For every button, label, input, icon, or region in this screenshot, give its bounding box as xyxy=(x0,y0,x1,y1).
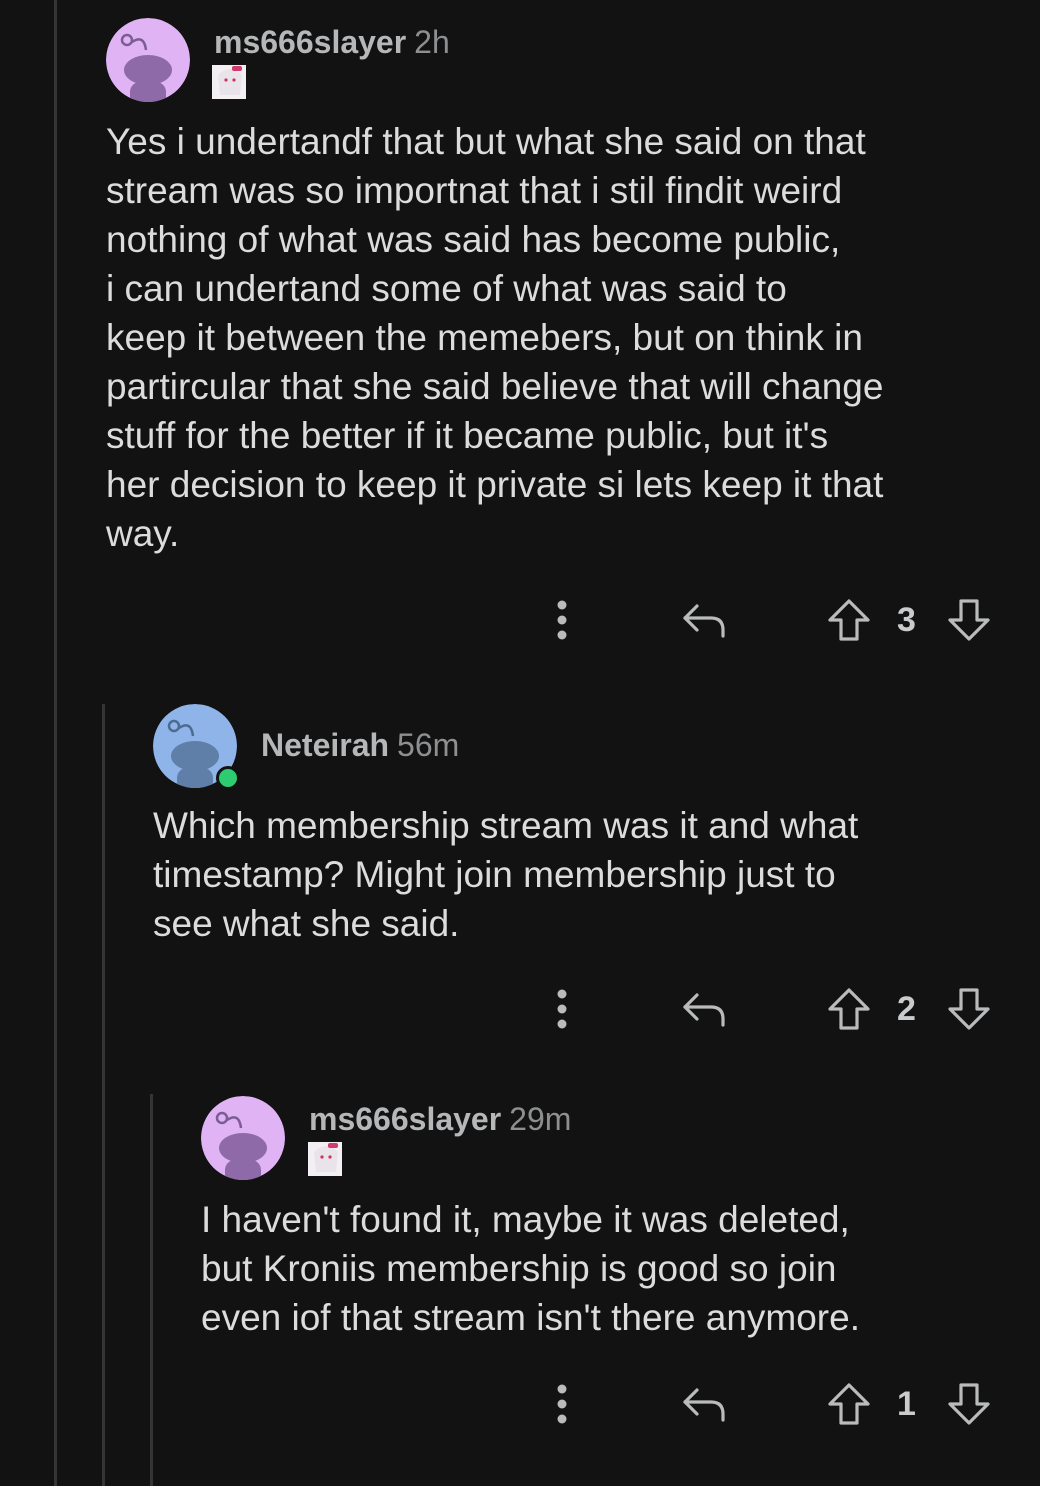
upvote-button[interactable] xyxy=(824,1380,874,1428)
comment-body: I haven't found it, maybe it was deleted… xyxy=(201,1199,860,1338)
comment-3: ms666slayer 29m I haven't found it, maybe… xyxy=(0,0,1040,1486)
anime-flair-icon xyxy=(308,1142,342,1176)
more-vertical-icon xyxy=(557,1384,567,1424)
downvote-arrow-icon xyxy=(948,1383,990,1425)
upvote-arrow-icon xyxy=(828,1383,870,1425)
snoo-avatar-icon xyxy=(201,1096,285,1180)
reply-button[interactable] xyxy=(680,1382,730,1426)
reply-icon xyxy=(683,1388,725,1422)
comment-timestamp: 29m xyxy=(509,1101,572,1137)
vote-score: 1 xyxy=(897,1385,916,1423)
user-avatar[interactable] xyxy=(201,1096,285,1180)
more-options-button[interactable] xyxy=(546,1382,578,1426)
downvote-button[interactable] xyxy=(944,1380,994,1428)
user-flair-image xyxy=(308,1142,342,1176)
comment-author[interactable]: ms666slayer 29m xyxy=(309,1101,571,1138)
